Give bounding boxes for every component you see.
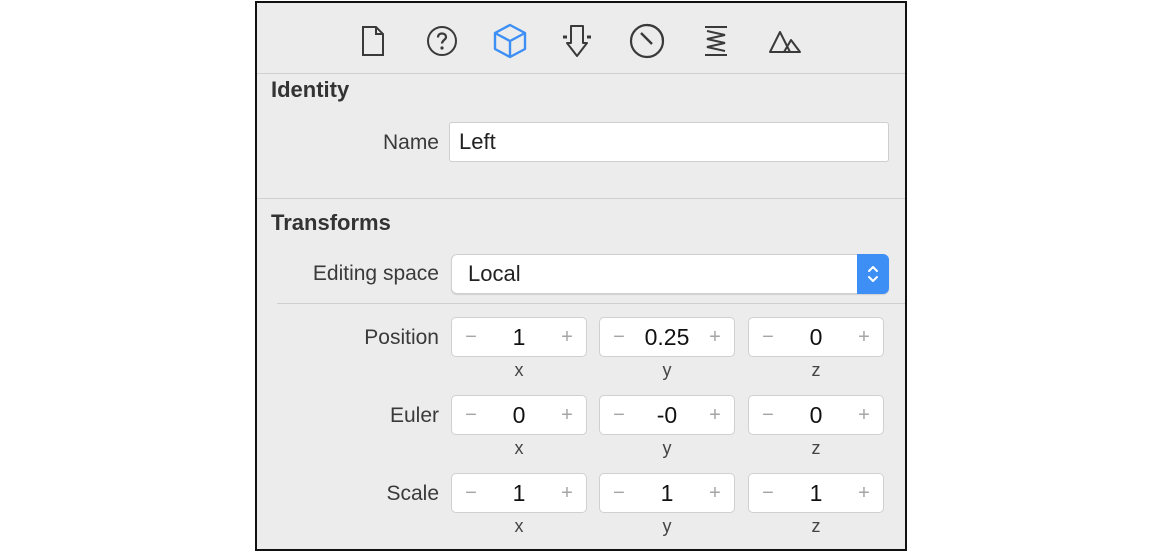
- position-y-value[interactable]: 0.25: [630, 318, 704, 356]
- increment-button[interactable]: +: [552, 396, 582, 434]
- identity-section-title: Identity: [271, 77, 350, 102]
- axis-label-y: y: [662, 516, 672, 536]
- editing-space-value: Local: [468, 261, 521, 286]
- axis-label-z: z: [811, 360, 821, 380]
- axis-label-z: z: [811, 438, 821, 458]
- euler-z-stepper[interactable]: − 0 +: [748, 395, 884, 435]
- name-label: Name: [382, 131, 439, 154]
- transforms-section-title: Transforms: [271, 210, 391, 235]
- axis-label-x: x: [514, 516, 524, 536]
- attributes-icon[interactable]: [557, 21, 597, 61]
- increment-button[interactable]: +: [700, 474, 730, 512]
- scale-x-stepper[interactable]: − 1 +: [451, 473, 587, 513]
- increment-button[interactable]: +: [849, 318, 879, 356]
- file-icon[interactable]: [353, 21, 393, 61]
- editing-space-divider: [277, 303, 905, 304]
- scale-z-stepper[interactable]: − 1 +: [748, 473, 884, 513]
- material-icon[interactable]: [627, 21, 667, 61]
- axis-label-x: x: [514, 360, 524, 380]
- toolbar-divider: [257, 73, 905, 74]
- increment-button[interactable]: +: [849, 396, 879, 434]
- axis-label-y: y: [662, 360, 672, 380]
- position-x-value[interactable]: 1: [482, 318, 556, 356]
- euler-x-stepper[interactable]: − 0 +: [451, 395, 587, 435]
- increment-button[interactable]: +: [849, 474, 879, 512]
- scale-x-value[interactable]: 1: [482, 474, 556, 512]
- axis-label-y: y: [662, 438, 672, 458]
- position-label: Position: [364, 326, 439, 349]
- scene-icon[interactable]: [765, 21, 805, 61]
- inspector-toolbar: [257, 3, 905, 75]
- chevron-up-down-icon[interactable]: [857, 254, 889, 294]
- position-z-value[interactable]: 0: [779, 318, 853, 356]
- euler-y-stepper[interactable]: − -0 +: [599, 395, 735, 435]
- position-y-stepper[interactable]: − 0.25 +: [599, 317, 735, 357]
- identity-divider: [257, 198, 905, 199]
- euler-y-value[interactable]: -0: [630, 396, 704, 434]
- node-inspector-icon[interactable]: [490, 21, 530, 61]
- increment-button[interactable]: +: [700, 396, 730, 434]
- euler-x-value[interactable]: 0: [482, 396, 556, 434]
- increment-button[interactable]: +: [552, 318, 582, 356]
- position-z-stepper[interactable]: − 0 +: [748, 317, 884, 357]
- scale-y-value[interactable]: 1: [630, 474, 704, 512]
- euler-z-value[interactable]: 0: [779, 396, 853, 434]
- axis-label-z: z: [811, 516, 821, 536]
- increment-button[interactable]: +: [700, 318, 730, 356]
- name-field[interactable]: Left: [449, 122, 889, 162]
- editing-space-popup[interactable]: Local: [451, 254, 889, 294]
- increment-button[interactable]: +: [552, 474, 582, 512]
- position-x-stepper[interactable]: − 1 +: [451, 317, 587, 357]
- inspector-panel: Identity Name Left Transforms Editing sp…: [255, 1, 907, 551]
- help-icon[interactable]: [422, 21, 462, 61]
- euler-label: Euler: [389, 404, 439, 427]
- axis-label-x: x: [514, 438, 524, 458]
- scale-label: Scale: [386, 482, 439, 505]
- physics-icon[interactable]: [696, 21, 736, 61]
- editing-space-label: Editing space: [312, 262, 439, 285]
- scale-z-value[interactable]: 1: [779, 474, 853, 512]
- scale-y-stepper[interactable]: − 1 +: [599, 473, 735, 513]
